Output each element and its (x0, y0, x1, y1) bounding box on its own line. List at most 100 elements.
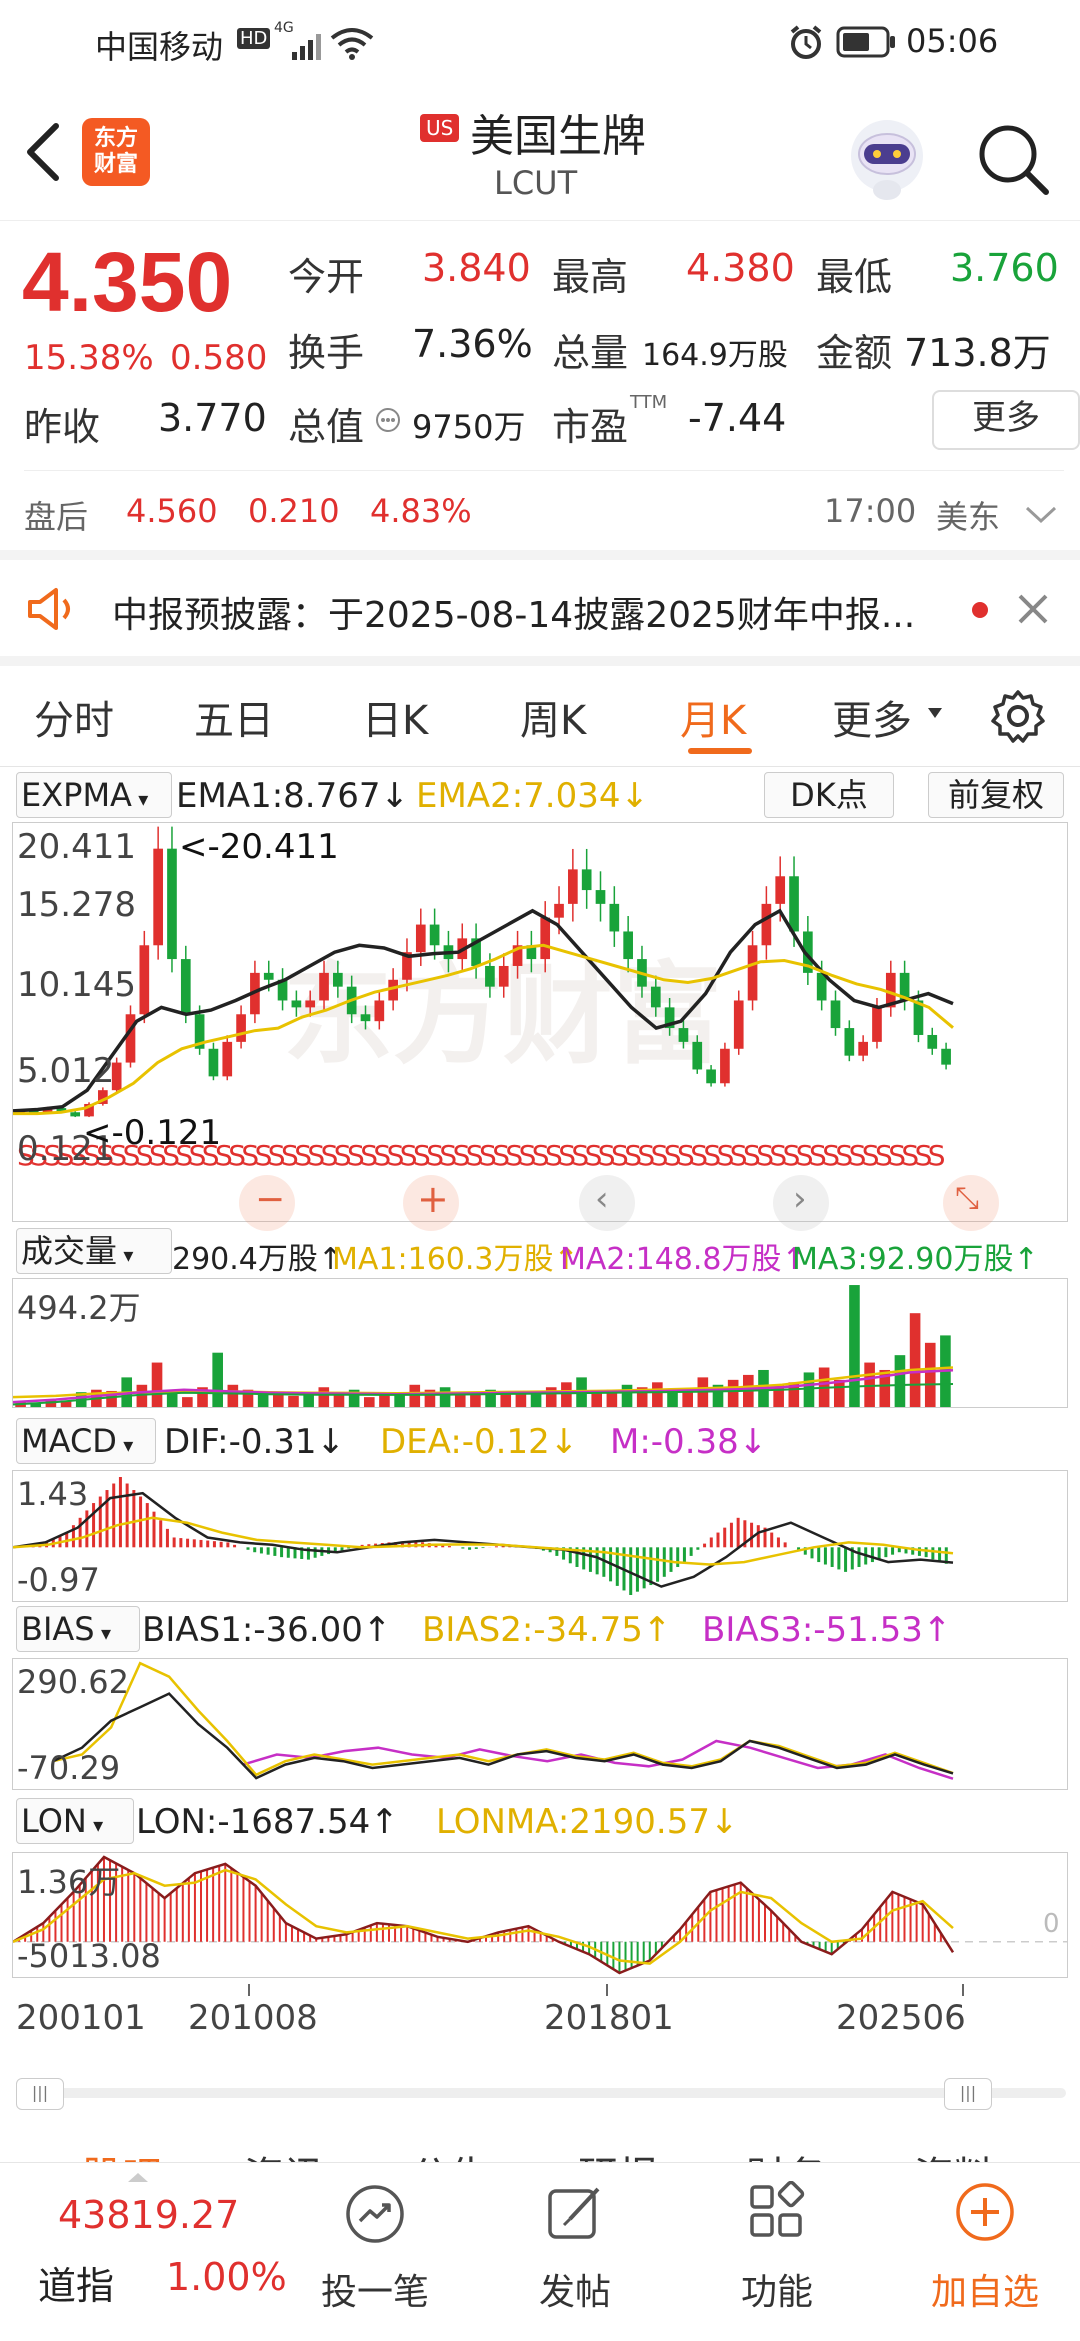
macd-chart-frame: 1.43 -0.97 (12, 1470, 1068, 1602)
app-logo-line2: 财富 (93, 152, 138, 177)
tab-day-k[interactable]: 日K (362, 688, 428, 746)
caret-down-icon: ▾ (131, 787, 149, 811)
volume-bar (227, 1384, 239, 1407)
candle-body (540, 917, 551, 960)
range-slider[interactable]: ||| ||| (16, 2076, 1066, 2110)
volume-chart[interactable] (12, 1279, 1067, 1407)
notice-dot (972, 602, 988, 618)
index-ticker[interactable]: 43819.27 道指 1.00% (0, 2163, 300, 2341)
tab-fenshi[interactable]: 分时 (34, 688, 114, 746)
lon-chart[interactable] (12, 1853, 1067, 1977)
m-legend: M:-0.38↓ (610, 1422, 768, 1462)
prev-close-label: 昨收 (24, 405, 101, 449)
price-y-label-1: 20.411 (17, 827, 136, 867)
bias2-legend: BIAS2:-34.75↑ (422, 1610, 672, 1650)
volume-bar (288, 1395, 299, 1407)
candle-body (167, 848, 177, 960)
x-tick (606, 1984, 608, 1996)
minus-icon: − (255, 1179, 286, 1220)
gear-icon[interactable] (990, 688, 1046, 744)
bias3-legend: BIAS3:-51.53↑ (702, 1610, 952, 1650)
candle-body (927, 1034, 938, 1049)
macd-y-top: 1.43 (17, 1475, 89, 1513)
candle-body (319, 972, 329, 1001)
adjust-button[interactable]: 前复权 (928, 772, 1064, 818)
market-tag: US (420, 114, 460, 142)
after-hours-label: 盘后 (24, 498, 89, 536)
index-pct: 1.00% (166, 2255, 287, 2299)
ema2-legend: EMA2:7.034↓ (416, 776, 649, 816)
range-handle-left[interactable]: ||| (16, 2078, 64, 2110)
lon-selector[interactable]: LON ▾ (16, 1798, 134, 1844)
range-handle-right[interactable]: ||| (944, 2078, 992, 2110)
x-label-3: 201801 (544, 1998, 674, 2038)
volume-bar (561, 1382, 572, 1407)
plus-icon: + (417, 1177, 449, 1221)
candle-body (222, 1041, 233, 1077)
tab-month-k[interactable]: 月K (680, 688, 746, 746)
chevron-left-icon[interactable] (22, 122, 62, 182)
after-hours-zone: 美东 (936, 498, 1001, 536)
candle-body (485, 965, 495, 987)
bias1-line (52, 1692, 954, 1780)
turnover-value: 7.36% (412, 322, 533, 366)
period-tabs: 分时 五日 日K 周K 月K 更多 (0, 666, 1080, 767)
volume-selector[interactable]: 成交量 ▾ (16, 1228, 172, 1274)
candle-body (775, 876, 786, 904)
grid-icon (750, 2181, 805, 2237)
tab-more[interactable]: 更多 (832, 688, 912, 746)
macd-selector[interactable]: MACD ▾ (16, 1418, 156, 1464)
close-icon[interactable] (1016, 592, 1050, 626)
after-hours-row[interactable]: 盘后 4.560 0.210 4.83% 17:00 美东 (0, 476, 1080, 546)
quote-panel: 4.350 15.38% 0.580 昨收 3.770 今开 3.840 最高 … (0, 220, 1080, 470)
after-hours-pct: 4.83% (370, 492, 472, 530)
scroll-right-button[interactable]: › (773, 1175, 829, 1231)
dk-marker: S (928, 1139, 946, 1172)
tab-wuri[interactable]: 五日 (194, 688, 274, 746)
bottom-action-bar: 43819.27 道指 1.00% 投一笔 发帖 功能 加自选 (0, 2162, 1080, 2341)
volume-bar (894, 1355, 906, 1407)
volume-bar (257, 1394, 269, 1407)
bias-selector[interactable]: BIAS ▾ (16, 1606, 140, 1652)
post-button[interactable]: 发帖 (510, 2163, 640, 2341)
add-watchlist-button[interactable]: 加自选 (910, 2163, 1060, 2341)
lon-legend: LON:-1687.54↑ (136, 1802, 399, 1842)
volume-bar (909, 1313, 921, 1407)
header: 东方 财富 US 美国生牌 LCUT (0, 84, 1080, 221)
dk-point-button[interactable]: DK点 (764, 772, 894, 818)
price-chart[interactable]: 东方财富 SSSSSSSSSSSSSSSSSSSSSSSSSSSSSSSSSSS… (12, 823, 1067, 1221)
zoom-out-button[interactable]: − (239, 1175, 295, 1231)
fullscreen-button[interactable]: ⤡ (943, 1175, 999, 1231)
volume-bar (803, 1372, 815, 1407)
macd-chart[interactable] (12, 1471, 1067, 1601)
search-icon[interactable] (976, 122, 1052, 198)
functions-button[interactable]: 功能 (712, 2163, 842, 2341)
battery-icon (836, 26, 895, 58)
price-chart-frame: 东方财富 SSSSSSSSSSSSSSSSSSSSSSSSSSSSSSSSSSS… (12, 822, 1068, 1231)
add-watchlist-label: 加自选 (930, 2272, 1039, 2313)
zoom-in-button[interactable]: + (403, 1175, 459, 1231)
index-name: 道指 (38, 2264, 115, 2308)
candle-body (498, 965, 509, 987)
tab-week-k[interactable]: 周K (520, 688, 586, 746)
info-icon[interactable] (374, 406, 402, 434)
low-marker: <-0.121 (83, 1113, 222, 1153)
robot-avatar-icon[interactable] (842, 114, 932, 204)
functions-label: 功能 (740, 2272, 813, 2313)
notice-banner[interactable]: 中报预披露：于2025-08-14披露2025财年中报... (0, 560, 1080, 656)
more-button[interactable]: 更多 (932, 390, 1080, 450)
price-y-label-4: 5.012 (17, 1051, 115, 1091)
bias-chart[interactable] (13, 1659, 1067, 1789)
scroll-left-button[interactable]: ‹ (579, 1175, 635, 1231)
volume-bar (470, 1394, 481, 1407)
expma-selector-label: EXPMA (21, 776, 132, 814)
dea-legend: DEA:-0.12↓ (380, 1422, 579, 1462)
expma-selector[interactable]: EXPMA ▾ (16, 772, 172, 818)
invest-button[interactable]: 投一笔 (310, 2163, 440, 2341)
high-value: 4.380 (686, 246, 795, 290)
macd-y-bottom: -0.97 (17, 1561, 100, 1599)
candle-body (374, 1000, 385, 1022)
candle-body (291, 1000, 302, 1008)
caret-down-icon: ▾ (94, 1621, 111, 1645)
candle-body (789, 876, 799, 932)
